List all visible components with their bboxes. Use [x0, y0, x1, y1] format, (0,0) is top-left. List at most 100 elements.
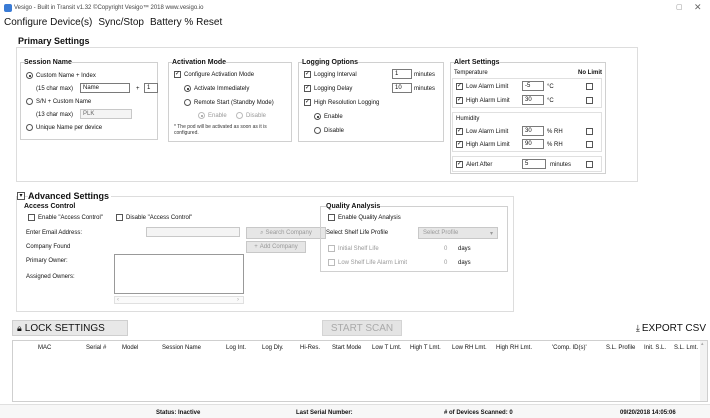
low-rh-input[interactable]: 30 — [522, 126, 544, 136]
access-control-title: Access Control — [24, 203, 76, 210]
scroll-left-icon[interactable]: ‹ — [117, 297, 119, 303]
shelf-life-alarm-checkbox[interactable] — [328, 259, 335, 266]
high-temp-input[interactable]: 30 — [522, 95, 544, 105]
shelf-life-alarm-label: Low Shelf Life Alarm Limit — [338, 260, 408, 266]
quality-analysis-title: Quality Analysis — [326, 202, 381, 212]
remote-enable-radio[interactable] — [198, 112, 205, 119]
col-start-mode[interactable]: Start Mode — [332, 344, 361, 352]
col-session-name[interactable]: Session Name — [162, 344, 201, 352]
col-comp-ids[interactable]: 'Comp. ID(s)' — [552, 344, 587, 352]
high-temp-label: High Alarm Limit — [466, 98, 510, 104]
alert-settings-title: Alert Settings — [454, 58, 500, 68]
col-sl-profile[interactable]: S.L. Profile — [606, 344, 635, 352]
initial-shelf-life-value[interactable]: 0 — [444, 245, 447, 253]
col-sl-lmt[interactable]: S.L. Lmt. — [674, 344, 698, 352]
low-temp-input[interactable]: -5 — [522, 81, 544, 91]
shelf-life-profile-select[interactable]: Select Profile ▾ — [418, 227, 498, 239]
add-icon: + — [254, 244, 258, 250]
col-low-t-lmt[interactable]: Low T Lmt. — [372, 344, 401, 352]
col-log-dly[interactable]: Log Dly. — [262, 344, 284, 352]
enable-quality-checkbox[interactable] — [328, 214, 335, 221]
high-temp-unit: °C — [547, 98, 554, 104]
low-rh-checkbox[interactable]: ✓ — [456, 128, 463, 135]
activate-immediately-radio[interactable] — [184, 85, 191, 92]
custom-name-input[interactable]: Name — [80, 83, 130, 93]
col-serial[interactable]: Serial # — [86, 344, 106, 352]
alert-after-unit: minutes — [550, 162, 572, 168]
alert-after-label: Alert After — [466, 162, 493, 168]
col-model[interactable]: Model — [122, 344, 138, 352]
col-init-sl[interactable]: Init. S.L. — [644, 344, 666, 352]
start-scan-label: START SCAN — [330, 322, 394, 334]
enable-access-checkbox[interactable] — [28, 214, 35, 221]
high-rh-no-limit-checkbox[interactable] — [586, 141, 593, 148]
tab-configure-devices[interactable]: Configure Device(s) — [4, 17, 92, 31]
remote-disable-radio[interactable] — [236, 112, 243, 119]
high-res-enable-radio[interactable] — [314, 113, 321, 120]
shelf-life-alarm-value[interactable]: 0 — [444, 259, 447, 267]
custom-name-index-radio[interactable] — [26, 72, 33, 79]
tab-sync-stop[interactable]: Sync/Stop — [98, 17, 144, 31]
activation-mode-title: Activation Mode — [172, 58, 227, 68]
alert-after-input[interactable]: 5 — [522, 159, 546, 169]
initial-shelf-life-checkbox[interactable] — [328, 245, 335, 252]
logging-interval-input[interactable]: 1 — [392, 69, 412, 79]
unique-name-radio[interactable] — [26, 124, 33, 131]
high-rh-input[interactable]: 90 — [522, 139, 544, 149]
disable-access-checkbox[interactable] — [116, 214, 123, 221]
logging-interval-checkbox[interactable]: ✓ — [304, 71, 311, 78]
high-res-enable-label: Enable — [324, 114, 343, 120]
high-res-disable-radio[interactable] — [314, 127, 321, 134]
col-high-t-lmt[interactable]: High T Lmt. — [410, 344, 441, 352]
sn-custom-name-radio[interactable] — [26, 98, 33, 105]
email-input[interactable] — [146, 227, 240, 237]
logging-delay-checkbox[interactable]: ✓ — [304, 85, 311, 92]
owners-scrollbar[interactable]: ‹ › — [114, 296, 244, 304]
top-menu: Configure Device(s) Sync/Stop Battery % … — [4, 17, 222, 31]
assigned-owners-list[interactable] — [114, 254, 244, 294]
disable-access-label: Disable "Access Control" — [126, 215, 193, 221]
tab-battery-reset[interactable]: Battery % Reset — [150, 17, 222, 31]
shelf-life-profile-value: Select Profile — [423, 230, 459, 236]
datetime-text: 09/20/2018 14:05:06 — [620, 410, 676, 416]
alert-after-no-limit-checkbox[interactable] — [586, 161, 593, 168]
low-temp-no-limit-checkbox[interactable] — [586, 83, 593, 90]
close-icon[interactable]: ✕ — [694, 3, 702, 12]
plus-label: + — [136, 86, 140, 92]
shelf-life-profile-label: Select Shelf Life Profile — [326, 230, 389, 236]
sn-custom-name-input[interactable]: PLK — [80, 109, 132, 119]
col-mac[interactable]: MAC — [38, 344, 51, 352]
col-high-rh-lmt[interactable]: High RH Lmt. — [496, 344, 532, 352]
index-input[interactable]: 1 — [144, 83, 158, 93]
company-found-label: Company Found — [26, 244, 71, 250]
high-res-checkbox[interactable]: ✓ — [304, 99, 311, 106]
logging-delay-input[interactable]: 10 — [392, 83, 412, 93]
high-rh-checkbox[interactable]: ✓ — [456, 141, 463, 148]
table-scrollbar[interactable]: ▴ — [700, 341, 707, 401]
col-hi-res[interactable]: Hi-Res. — [300, 344, 320, 352]
last-serial-text: Last Serial Number: — [296, 410, 353, 416]
col-log-int[interactable]: Log Int. — [226, 344, 246, 352]
logging-options-title: Logging Options — [302, 58, 358, 68]
download-icon: ⤓ — [635, 322, 640, 333]
char-max-label-1: (15 char max) — [36, 86, 74, 92]
alert-after-checkbox[interactable]: ✓ — [456, 161, 463, 168]
lock-settings-button[interactable]: 🔒︎ LOCK SETTINGS — [12, 320, 128, 336]
remote-start-radio[interactable] — [184, 99, 191, 106]
col-low-rh-lmt[interactable]: Low RH Lmt. — [452, 344, 487, 352]
scroll-up-icon[interactable]: ▴ — [701, 341, 704, 347]
scroll-right-icon[interactable]: › — [237, 297, 239, 303]
low-rh-no-limit-checkbox[interactable] — [586, 128, 593, 135]
high-temp-checkbox[interactable]: ✓ — [456, 97, 463, 104]
high-temp-no-limit-checkbox[interactable] — [586, 97, 593, 104]
export-csv-button[interactable]: ⤓ EXPORT CSV — [616, 320, 708, 336]
start-scan-button[interactable]: START SCAN — [322, 320, 402, 336]
low-temp-checkbox[interactable]: ✓ — [456, 83, 463, 90]
custom-name-index-label: Custom Name + Index — [36, 73, 96, 79]
status-bar — [0, 404, 710, 418]
collapse-icon[interactable]: ▾ — [17, 192, 25, 200]
add-company-button[interactable]: + Add Company — [246, 241, 306, 253]
search-company-button[interactable]: ⌕ Search Company — [246, 227, 326, 239]
minimize-icon[interactable]: ▢ — [676, 4, 684, 12]
configure-activation-checkbox[interactable]: ✓ — [174, 71, 181, 78]
